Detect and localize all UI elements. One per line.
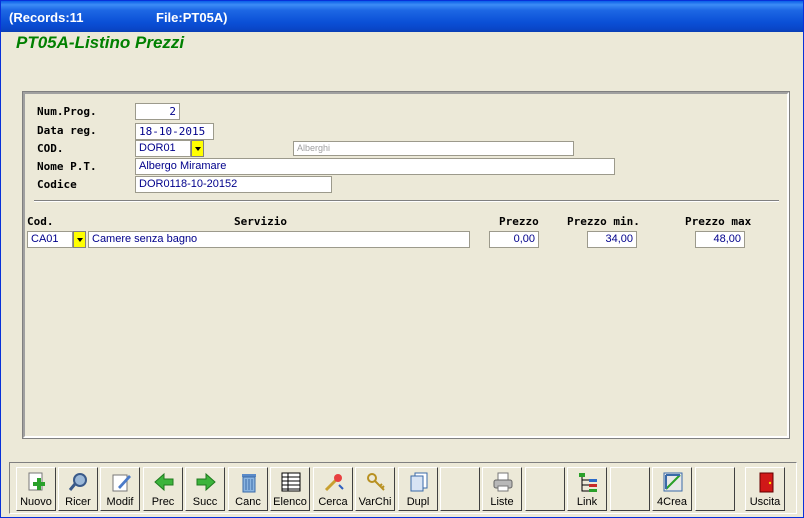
cerca-button[interactable]: Cerca [313, 467, 353, 511]
row-prezzo-max-field[interactable]: 48,00 [695, 231, 745, 248]
data-reg-field[interactable]: 18-10-2015 [135, 123, 214, 140]
row-prezzo-min-field[interactable]: 34,00 [587, 231, 637, 248]
trash-icon [242, 474, 256, 493]
modif-button[interactable]: Modif [100, 467, 140, 511]
link-icon [579, 473, 597, 492]
codice-label: Codice [37, 178, 77, 191]
num-prog-label: Num.Prog. [37, 105, 97, 118]
col-header-prezzo-max: Prezzo max [685, 215, 752, 228]
data-reg-label: Data reg. [37, 124, 97, 137]
row-servizio-field[interactable]: Camere senza bagno [88, 231, 470, 248]
list-icon [281, 472, 301, 492]
canc-button[interactable]: Canc [228, 467, 268, 511]
find-icon [324, 474, 344, 492]
form-title: PT05A-Listino Prezzi [16, 33, 185, 52]
nome-pt-label: Nome P.T. [37, 160, 97, 173]
varchi-button[interactable]: VarChi [355, 467, 395, 511]
col-header-prezzo-min: Prezzo min. [567, 215, 640, 228]
keys-icon [367, 473, 385, 491]
ricer-button[interactable]: Ricer [58, 467, 98, 511]
4crea-button[interactable]: 4Crea [652, 467, 692, 511]
row-cod-field[interactable]: CA01 [27, 231, 73, 248]
separator [34, 200, 779, 202]
new-icon [28, 472, 45, 491]
arrow-right-icon [196, 472, 216, 492]
row-cod-dropdown-button[interactable] [73, 231, 86, 248]
nome-pt-field[interactable]: Albergo Miramare [135, 158, 615, 175]
empty-button-3[interactable] [610, 467, 650, 511]
arrow-left-icon [154, 472, 174, 492]
printer-icon [493, 472, 513, 492]
codice-field[interactable]: DOR0118-10-20152 [135, 176, 332, 193]
col-header-prezzo: Prezzo [499, 215, 539, 228]
empty-button-2[interactable] [525, 467, 565, 511]
elenco-button[interactable]: Elenco [270, 467, 310, 511]
title-bar: (Records:11 File:PT05A) [1, 1, 803, 32]
nuovo-button[interactable]: Nuovo [16, 467, 56, 511]
dupl-button[interactable]: Dupl [398, 467, 438, 511]
application-window: (Records:11 File:PT05A) PT05A-Listino Pr… [0, 0, 804, 518]
row-prezzo-field[interactable]: 0,00 [489, 231, 539, 248]
cod-dropdown-button[interactable] [191, 140, 204, 157]
cod-label: COD. [37, 142, 64, 155]
create-icon [663, 472, 683, 492]
liste-button[interactable]: Liste [482, 467, 522, 511]
num-prog-field[interactable]: 2 [135, 103, 180, 120]
link-button[interactable]: Link [567, 467, 607, 511]
edit-icon [112, 474, 131, 492]
duplicate-icon [410, 472, 428, 492]
succ-button[interactable]: Succ [185, 467, 225, 511]
cod-field[interactable]: DOR01 [135, 140, 191, 157]
records-count: (Records:11 [9, 10, 84, 25]
exit-door-icon [759, 472, 774, 493]
empty-button-4[interactable] [695, 467, 735, 511]
cod-description: Alberghi [293, 141, 574, 156]
file-name: File:PT05A) [156, 10, 228, 25]
col-header-servizio: Servizio [234, 215, 287, 228]
empty-button-1[interactable] [440, 467, 480, 511]
uscita-button[interactable]: Uscita [745, 467, 785, 511]
col-header-cod: Cod. [27, 215, 54, 228]
prec-button[interactable]: Prec [143, 467, 183, 511]
search-icon [68, 473, 87, 491]
